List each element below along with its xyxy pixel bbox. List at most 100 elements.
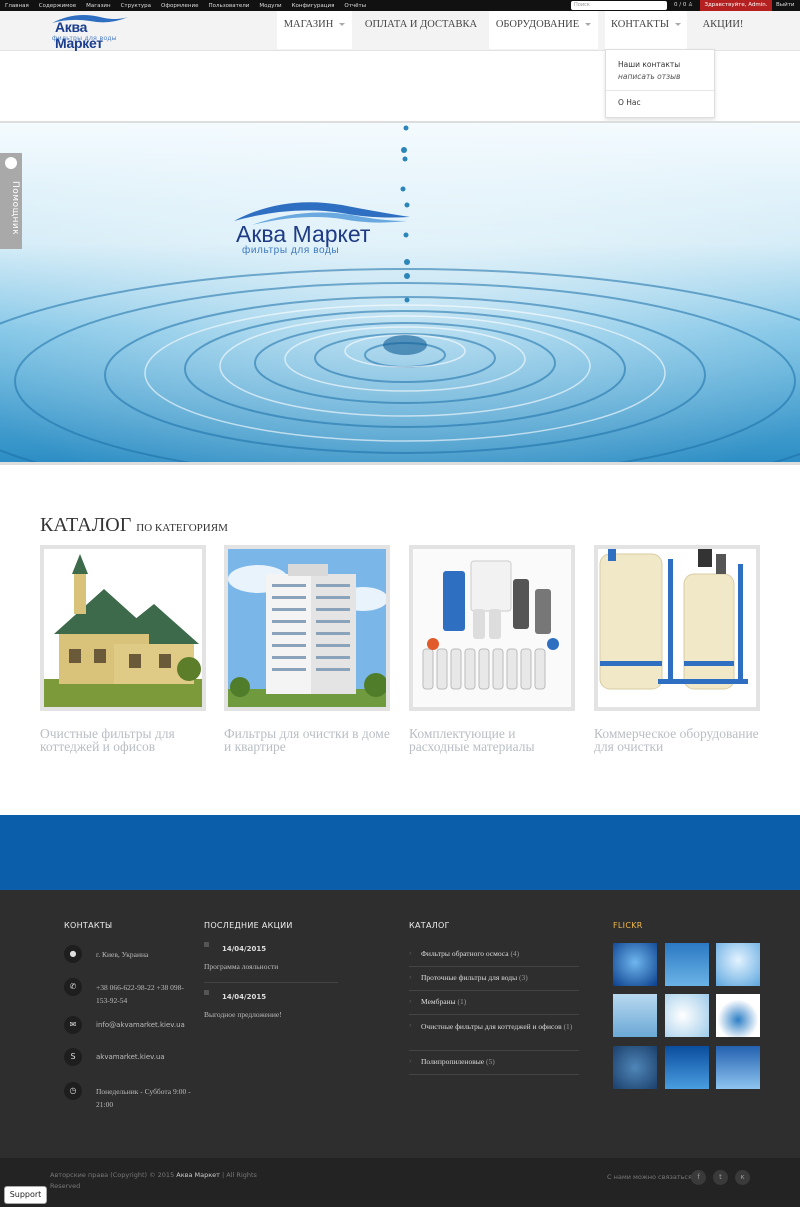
building-illustration	[228, 549, 386, 707]
catalog-title: КАТАЛОГ	[40, 514, 132, 536]
dropdown-item-our-contacts[interactable]: Наши контакты	[618, 60, 680, 69]
category-card-apartments[interactable]: Фильтры для очистки в доме и квартире	[224, 545, 390, 753]
nav-contacts-label: КОНТАКТЫ	[611, 19, 669, 30]
nav-promotions-label: АКЦИИ!	[702, 19, 744, 30]
hero-logo-brand: Аква Маркет	[236, 221, 371, 247]
dropdown-item-about[interactable]: О Нас	[618, 98, 641, 107]
category-image-house[interactable]	[40, 545, 206, 711]
catalog-subtitle: ПО КАТЕГОРИЯМ	[136, 522, 228, 534]
contact-phone-text: +38 066-622-98-22 +38 098-153-92-54	[96, 983, 184, 1005]
admin-search-input[interactable]: Поиск	[571, 1, 667, 10]
nav-shop[interactable]: МАГАЗИН	[277, 11, 352, 49]
facebook-icon[interactable]: f	[691, 1170, 706, 1185]
flickr-thumb[interactable]	[716, 1046, 760, 1089]
footer-catalog-item[interactable]: › Очистные фильтры для коттеджей и офисо…	[409, 1015, 579, 1051]
water-ripple-image	[0, 123, 800, 462]
user-icon: ♙	[688, 2, 694, 8]
promo-title[interactable]: Выгодное предложение!	[204, 1010, 282, 1019]
footer-catalog-item[interactable]: › Мембраны (1)	[409, 991, 579, 1015]
category-card-title[interactable]: Комплектующие и расходные материалы	[409, 727, 579, 754]
helper-sidebar-tab[interactable]: Помощник	[0, 153, 22, 249]
logout-link[interactable]: Выйти	[776, 0, 794, 11]
footer-catalog-item[interactable]: › Полипропиленовые (5)	[409, 1051, 579, 1075]
nav-payment-delivery[interactable]: ОПЛАТА И ДОСТАВКА	[360, 11, 482, 49]
catalog-item-count: (3)	[519, 973, 528, 982]
admin-link-reports[interactable]: Отчёты	[339, 3, 371, 9]
vk-icon[interactable]: к	[735, 1170, 750, 1185]
flickr-thumb[interactable]	[613, 1046, 657, 1089]
flickr-thumb[interactable]	[716, 943, 760, 986]
category-image-tanks[interactable]	[594, 545, 760, 711]
clock-icon: ◷	[64, 1082, 82, 1100]
contact-address-text: г. Киев, Украина	[96, 950, 149, 959]
twitter-icon[interactable]: t	[713, 1170, 728, 1185]
dropdown-item-write-review[interactable]: написать отзыв	[618, 72, 680, 81]
footer-catalog-item[interactable]: › Проточные фильтры для воды (3)	[409, 967, 579, 991]
category-image-building[interactable]	[224, 545, 390, 711]
hero-logo: Аква Маркет фильтры для воды	[232, 199, 412, 259]
admin-link-content[interactable]: Содержимое	[34, 3, 81, 9]
catalog-heading: КАТАЛОГ ПО КАТЕГОРИЯМ	[40, 514, 228, 537]
filters-illustration	[413, 549, 571, 707]
contact-skype-text[interactable]: akvamarket.kiev.ua	[96, 1051, 191, 1064]
catalog-item-name[interactable]: Проточные фильтры для воды	[421, 973, 517, 982]
category-card-title[interactable]: Фильтры для очистки в доме и квартире	[224, 727, 394, 754]
flickr-thumb[interactable]	[613, 994, 657, 1037]
cart-counter[interactable]: 0 / 0 ♙	[674, 0, 693, 11]
catalog-item-name[interactable]: Фильтры обратного осмоса	[421, 949, 509, 958]
admin-link-modules[interactable]: Модули	[254, 3, 286, 9]
admin-link-home[interactable]: Главная	[0, 3, 34, 9]
flickr-thumb[interactable]	[716, 994, 760, 1037]
category-card-components[interactable]: Комплектующие и расходные материалы	[409, 545, 575, 753]
dropdown-divider	[606, 90, 716, 91]
site-logo[interactable]: Аква Маркет фильтры для воды	[50, 13, 130, 51]
chevron-right-icon: ›	[409, 1057, 412, 1065]
promo-date: 14/04/2015	[222, 945, 267, 953]
flickr-thumb[interactable]	[665, 943, 709, 986]
flickr-thumb[interactable]	[613, 943, 657, 986]
chevron-down-icon	[674, 23, 681, 27]
admin-link-users[interactable]: Пользователи	[204, 3, 255, 9]
contact-hours-text: Понедельник - Суббота 9:00 - 21:00	[96, 1087, 191, 1109]
nav-contacts[interactable]: КОНТАКТЫ	[605, 11, 687, 49]
nav-promotions[interactable]: АКЦИИ!	[697, 11, 749, 49]
copyright-text: Авторские права (Copyright) © 2015 Аква …	[50, 1170, 260, 1192]
category-card-title[interactable]: Очистные фильтры для коттеджей и офисов	[40, 727, 210, 754]
footer-catalog-heading: КАТАЛОГ	[409, 921, 450, 930]
catalog-item-name[interactable]: Полипропиленовые	[421, 1057, 484, 1066]
admin-link-config[interactable]: Конфигурация	[287, 3, 340, 9]
house-illustration	[44, 549, 202, 707]
nav-shop-label: МАГАЗИН	[283, 19, 334, 30]
cart-count: 0 / 0	[674, 2, 687, 8]
blue-banner	[0, 815, 800, 890]
chat-bubble-icon	[5, 157, 17, 169]
category-card-commercial[interactable]: Коммерческое оборудование для очистки	[594, 545, 760, 753]
catalog-item-name[interactable]: Мембраны	[421, 997, 456, 1006]
hero-logo-tagline: фильтры для воды	[242, 245, 340, 256]
catalog-item-count: (4)	[510, 949, 520, 958]
hero-slider[interactable]: Аква Маркет фильтры для воды	[0, 121, 800, 465]
admin-menu: Главная Содержимое Магазин Структура Офо…	[0, 3, 371, 9]
chevron-down-icon	[585, 23, 592, 27]
copyright-brand[interactable]: Аква Маркет	[176, 1171, 220, 1179]
admin-link-structure[interactable]: Структура	[116, 3, 156, 9]
admin-link-shop[interactable]: Магазин	[81, 3, 115, 9]
footer-promos-heading: ПОСЛЕДНИЕ АКЦИИ	[204, 921, 293, 930]
category-image-filters[interactable]	[409, 545, 575, 711]
category-card-title[interactable]: Коммерческое оборудование для очистки	[594, 727, 764, 754]
flickr-thumb[interactable]	[665, 994, 709, 1037]
copyright-prefix: Авторские права (Copyright) © 2015	[50, 1171, 175, 1179]
promo-title[interactable]: Программа лояльности	[204, 962, 278, 971]
catalog-item-name[interactable]: Очистные фильтры для коттеджей и офисов	[421, 1022, 562, 1031]
contact-email-text[interactable]: info@akvamarket.kiev.ua	[96, 1019, 191, 1032]
tanks-illustration	[598, 549, 756, 707]
admin-link-appearance[interactable]: Оформление	[156, 3, 204, 9]
category-card-cottages[interactable]: Очистные фильтры для коттеджей и офисов	[40, 545, 206, 753]
footer-catalog-item[interactable]: › Фильтры обратного осмоса (4)	[409, 943, 579, 967]
flickr-thumb[interactable]	[665, 1046, 709, 1089]
site-footer: КОНТАКТЫ ● г. Киев, Украина ✆ +38 066-62…	[0, 890, 800, 1158]
admin-greeting[interactable]: Здравствуйте, Admin.	[700, 0, 772, 11]
bullet-icon	[204, 942, 209, 947]
support-button[interactable]: Support	[4, 1186, 47, 1204]
nav-equipment[interactable]: ОБОРУДОВАНИЕ	[489, 11, 598, 49]
